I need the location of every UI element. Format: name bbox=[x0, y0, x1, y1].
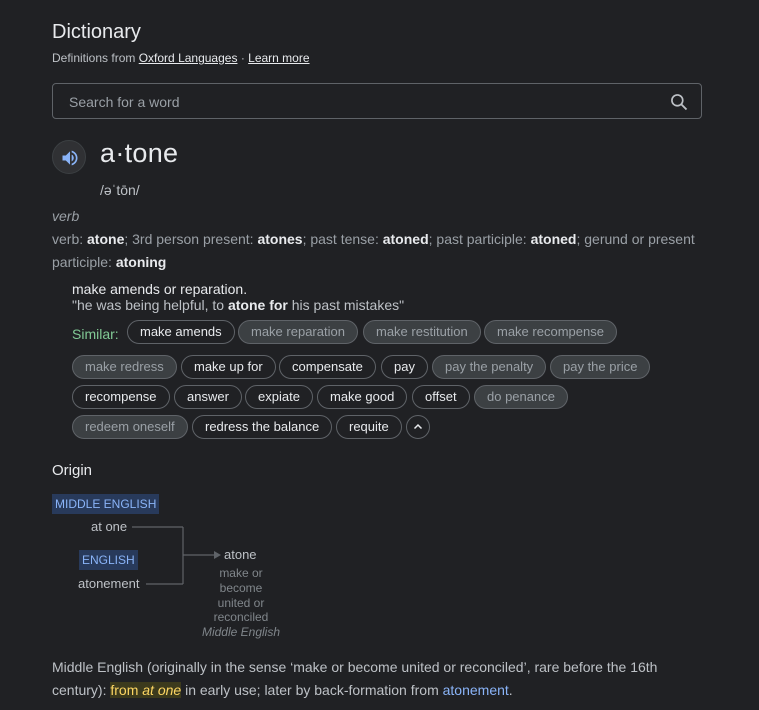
origin-diagram bbox=[132, 526, 221, 585]
origin-language: Middle English bbox=[201, 625, 281, 639]
etym-text-2: in early use; later by back-formation fr… bbox=[185, 682, 439, 698]
etym-hl-at-one: at one bbox=[142, 682, 182, 698]
language-badge-english: ENGLISH bbox=[79, 550, 138, 570]
origin-at-one: at one bbox=[91, 519, 128, 534]
etymology-text: Middle English (originally in the sense … bbox=[52, 656, 704, 702]
origin-gloss-2: become bbox=[219, 581, 263, 595]
atonement-link[interactable]: atonement bbox=[443, 682, 509, 698]
origin-gloss-4: reconciled bbox=[213, 610, 269, 624]
origin-gloss-1: make or bbox=[219, 566, 263, 580]
origin-result-word: atone bbox=[224, 547, 257, 562]
origin-atonement: atonement bbox=[78, 576, 140, 591]
etym-highlight: from at one bbox=[110, 682, 182, 698]
language-badge-middle-english: MIDDLE ENGLISH bbox=[52, 494, 160, 514]
etym-end: . bbox=[508, 682, 513, 698]
etym-hl-from: from bbox=[110, 682, 139, 698]
origin-gloss-3: united or bbox=[217, 596, 265, 610]
